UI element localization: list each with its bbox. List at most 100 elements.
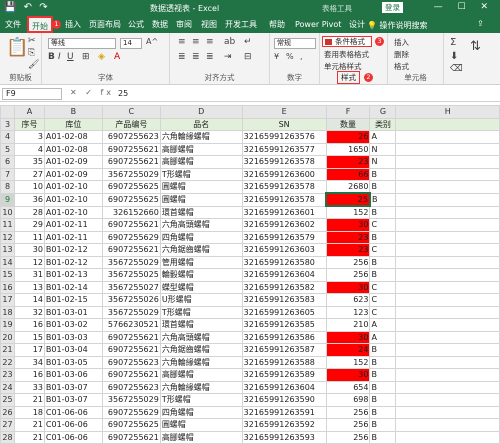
underline-icon[interactable]: U <box>67 52 74 62</box>
cell[interactable]: 256 <box>325 255 371 269</box>
cell[interactable]: 32165991263582 <box>241 280 327 294</box>
cell[interactable] <box>395 117 500 131</box>
copy-icon[interactable]: ⎘ <box>28 48 35 58</box>
cell[interactable]: 152 <box>325 205 371 219</box>
cell[interactable]: 6907255621 <box>101 142 161 156</box>
wrap-text-icon[interactable]: ↵ <box>244 37 252 47</box>
column-header[interactable]: H <box>395 105 500 119</box>
cell[interactable]: 4 <box>13 142 45 156</box>
font-name-select[interactable]: 等线 <box>48 38 116 49</box>
cell[interactable]: 32165991263587 <box>241 343 327 357</box>
cell[interactable]: 210 <box>325 318 371 332</box>
row-header[interactable]: 19 <box>0 318 15 332</box>
bold-icon[interactable]: B <box>48 52 55 62</box>
cell[interactable]: 21 <box>13 393 45 407</box>
row-header[interactable]: 14 <box>0 255 15 269</box>
cell[interactable]: 32165991263577 <box>241 142 327 156</box>
cell[interactable] <box>395 393 500 407</box>
cell[interactable]: 6907255623 <box>101 130 161 144</box>
cell[interactable]: 3567255026 <box>101 293 161 307</box>
borders-icon[interactable]: ⊞ <box>82 52 90 62</box>
cell[interactable]: T形螺帽 <box>159 305 243 319</box>
cell[interactable]: 6907255623 <box>101 355 161 369</box>
cell[interactable]: 6907255623 <box>101 380 161 394</box>
cell[interactable] <box>395 230 500 244</box>
cell[interactable]: B <box>369 255 397 269</box>
tab-file[interactable]: 文件 <box>2 16 24 33</box>
cell[interactable]: 六角高頭螺帽 <box>159 330 243 344</box>
login-button[interactable]: 登录 <box>382 2 403 13</box>
font-color-icon[interactable]: A <box>114 52 120 62</box>
cell[interactable]: U形螺帽 <box>159 293 243 307</box>
cell[interactable]: B <box>369 180 397 194</box>
cell[interactable]: 6907255621 <box>101 330 161 344</box>
cell[interactable]: 623 <box>325 293 371 307</box>
cell[interactable]: 6907255621 <box>101 155 161 169</box>
cell[interactable]: 32165991263578 <box>241 192 327 207</box>
row-header[interactable]: 10 <box>0 205 15 219</box>
cell[interactable] <box>395 355 500 369</box>
cell[interactable] <box>395 167 500 181</box>
grow-font-icon[interactable]: A^ <box>146 37 158 46</box>
cell[interactable]: B <box>369 205 397 219</box>
paste-icon[interactable]: 📋 <box>6 37 28 58</box>
cell[interactable]: 15 <box>13 330 45 344</box>
cell[interactable]: C <box>369 243 397 257</box>
column-header[interactable]: C <box>101 105 161 119</box>
row-header[interactable]: 3 <box>0 117 15 131</box>
cell[interactable]: 高腳螺帽 <box>159 430 243 444</box>
formula-input[interactable]: 25 <box>118 89 128 98</box>
cell[interactable]: 2680 <box>325 180 371 194</box>
cell[interactable]: 30 <box>325 218 371 232</box>
column-header[interactable]: G <box>369 105 397 119</box>
cell[interactable]: 698 <box>325 393 371 407</box>
row-header[interactable]: 26 <box>0 405 15 419</box>
cell[interactable]: 29 <box>13 218 45 232</box>
align-left-icon[interactable]: ≣ <box>178 52 186 62</box>
cell[interactable]: 32165991263590 <box>241 393 327 407</box>
cell[interactable]: B <box>369 430 397 444</box>
column-header[interactable]: D <box>159 105 243 119</box>
cell[interactable]: B <box>369 418 397 432</box>
tab-help[interactable]: 帮助 <box>266 16 288 33</box>
column-header[interactable]: A <box>13 105 45 119</box>
cell[interactable]: 30 <box>325 330 371 344</box>
font-size-select[interactable]: 14 <box>120 38 142 49</box>
quick-access-toolbar[interactable]: 💾 ↶ ↷ <box>4 2 50 13</box>
cell[interactable]: 32165991263585 <box>241 318 327 332</box>
format-painter-icon[interactable]: 🖌 <box>28 60 39 70</box>
cell[interactable] <box>395 368 500 382</box>
cell[interactable]: 数量 <box>325 117 371 131</box>
tell-me-search[interactable]: 💡 操作说明搜索 <box>367 20 428 31</box>
cell[interactable]: 16 <box>13 368 45 382</box>
currency-icon[interactable]: ¥ <box>274 52 279 61</box>
tab-view[interactable]: 视图 <box>198 16 220 33</box>
cell[interactable]: 21 <box>13 430 45 444</box>
cell[interactable]: 環首螺帽 <box>159 205 243 219</box>
cell[interactable]: 3 <box>13 130 45 144</box>
cell[interactable]: 六角輪緣螺帽 <box>159 130 243 144</box>
cell[interactable]: 27 <box>13 167 45 181</box>
cell[interactable]: 28 <box>13 205 45 219</box>
cell[interactable]: 17 <box>13 343 45 357</box>
cell[interactable]: 6907255621 <box>101 218 161 232</box>
cell[interactable]: B01-02-13 <box>43 268 103 282</box>
cell[interactable]: 66 <box>325 167 371 181</box>
cell[interactable]: B01-02-14 <box>43 280 103 294</box>
cell[interactable]: 类别 <box>369 117 397 131</box>
row-header[interactable]: 20 <box>0 330 15 344</box>
cell[interactable]: T形螺帽 <box>159 167 243 181</box>
cell[interactable]: 16 <box>13 318 45 332</box>
align-center-icon[interactable]: ≣ <box>192 52 200 62</box>
cell[interactable]: B01-03-02 <box>43 318 103 332</box>
cell[interactable]: 6907255621 <box>101 343 161 357</box>
row-header[interactable]: 17 <box>0 293 15 307</box>
row-header[interactable]: 6 <box>0 155 15 169</box>
cell[interactable]: 10 <box>13 180 45 194</box>
row-header[interactable]: 18 <box>0 305 15 319</box>
cell[interactable]: 21 <box>13 418 45 432</box>
cell[interactable]: 6907255621 <box>101 368 161 382</box>
cell[interactable]: A <box>369 318 397 332</box>
cell[interactable]: 六角輪緣螺帽 <box>159 355 243 369</box>
delete-cells-button[interactable]: 删除 <box>394 49 409 60</box>
